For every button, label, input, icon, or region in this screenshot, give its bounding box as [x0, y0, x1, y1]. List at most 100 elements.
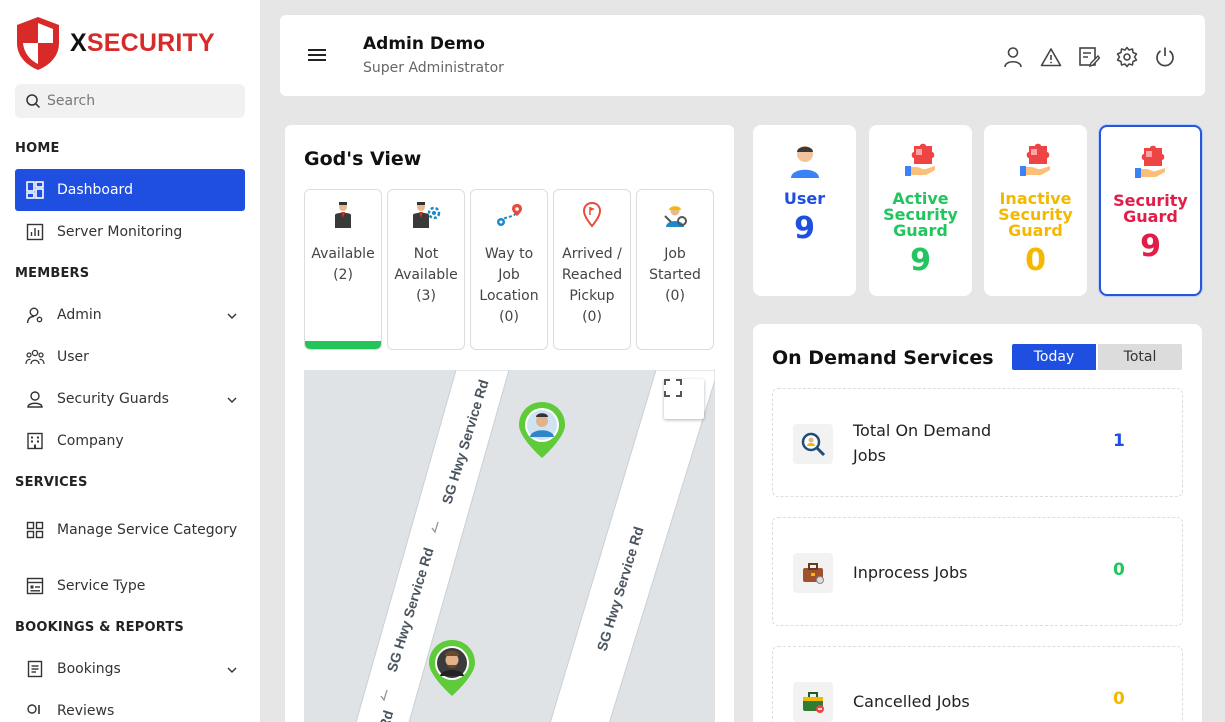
on-demand-row-total[interactable]: Total On Demand Jobs 1 [772, 388, 1183, 497]
nav-manage-service-category-label: Manage Service Category [57, 521, 238, 538]
status-card-job-started[interactable]: Job Started (0) [636, 189, 714, 350]
cancelled-briefcase-icon [793, 682, 833, 722]
status-card-available[interactable]: Available (2) [304, 189, 382, 350]
row-value: 1 [1113, 431, 1125, 451]
chevron-down-icon [227, 661, 237, 677]
stat-card-user[interactable]: User 9 [753, 125, 856, 296]
guard-icon [25, 389, 45, 409]
puzzle-hand-icon [1101, 145, 1200, 183]
settings-gear-icon[interactable] [1115, 45, 1139, 69]
user-avatar-icon [753, 143, 856, 181]
warning-icon[interactable] [1039, 45, 1063, 69]
nav-admin-label: Admin [57, 306, 102, 323]
chevron-down-icon [227, 391, 237, 407]
row-value: 0 [1113, 560, 1125, 580]
nav-bookings[interactable]: Bookings [15, 648, 245, 690]
profile-icon[interactable] [1001, 45, 1025, 69]
reviews-icon [25, 701, 45, 721]
grid-icon [25, 520, 45, 540]
section-members: MEMBERS [15, 266, 90, 281]
location-flag-icon [554, 200, 630, 230]
row-label: Inprocess Jobs [853, 563, 968, 582]
status-label: Available (2) [311, 246, 375, 283]
guard-map-pin[interactable] [427, 638, 477, 698]
nav-dashboard[interactable]: Dashboard [15, 169, 245, 211]
nav-security-guards[interactable]: Security Guards [15, 378, 245, 420]
guard-map-pin[interactable] [517, 400, 567, 460]
gods-view-panel: God's View Available (2) Not Available (3)… [285, 125, 734, 722]
briefcase-icon [793, 553, 833, 593]
stat-card-active-guard[interactable]: Active Security Guard 9 [869, 125, 972, 296]
nav-user[interactable]: User [15, 336, 245, 378]
row-label: Cancelled Jobs [853, 692, 970, 711]
nav-admin[interactable]: Admin [15, 294, 245, 336]
nav-company[interactable]: Company [15, 420, 245, 462]
nav-server-monitoring-label: Server Monitoring [57, 223, 183, 240]
stat-card-inactive-guard[interactable]: Inactive Security Guard 0 [984, 125, 1087, 296]
header-user-name: Admin Demo [363, 34, 485, 54]
stat-label: Inactive Security Guard [998, 189, 1073, 240]
fullscreen-button[interactable] [664, 379, 704, 419]
on-demand-tabs: Today Total [1012, 344, 1182, 370]
on-demand-row-inprocess[interactable]: Inprocess Jobs 0 [772, 517, 1183, 626]
nav-security-guards-label: Security Guards [57, 390, 169, 407]
stat-label: Security Guard [1113, 191, 1188, 226]
route-icon [471, 200, 547, 230]
worker-tools-icon [637, 200, 713, 230]
status-card-arrived[interactable]: Arrived / Reached Pickup (0) [553, 189, 631, 350]
guard-standing-icon [305, 200, 381, 230]
nav-service-type[interactable]: Service Type [15, 565, 245, 607]
power-logout-icon[interactable] [1153, 45, 1177, 69]
nav-company-label: Company [57, 432, 124, 449]
row-label: Total On Demand Jobs [853, 421, 992, 465]
section-bookings: BOOKINGS & REPORTS [15, 620, 184, 635]
search-input[interactable] [47, 93, 237, 109]
chevron-down-icon [227, 307, 237, 323]
selected-indicator [305, 341, 381, 349]
nav-reviews[interactable]: Reviews [15, 690, 245, 722]
section-services: SERVICES [15, 475, 88, 490]
brand-logo[interactable]: XSECURITY [14, 15, 215, 71]
gods-view-title: God's View [304, 148, 422, 170]
document-icon [25, 659, 45, 679]
search-jobs-icon [793, 424, 833, 464]
status-label: Job Started (0) [649, 246, 701, 304]
tab-total[interactable]: Total [1098, 344, 1182, 370]
top-header: Admin Demo Super Administrator [280, 15, 1205, 96]
status-card-way-to-job[interactable]: Way to Job Location (0) [470, 189, 548, 350]
nav-service-type-label: Service Type [57, 577, 146, 594]
puzzle-hand-icon [869, 143, 972, 181]
sidebar: XSECURITY HOME Dashboard Server Monitori… [0, 0, 260, 722]
guard-busy-icon [388, 200, 464, 230]
nav-manage-service-category[interactable]: Manage Service Category [15, 503, 245, 557]
list-box-icon [25, 576, 45, 596]
nav-reviews-label: Reviews [57, 702, 115, 719]
row-value: 0 [1113, 689, 1125, 709]
nav-bookings-label: Bookings [57, 660, 121, 677]
stat-value: 9 [794, 211, 815, 246]
nav-server-monitoring[interactable]: Server Monitoring [15, 211, 245, 253]
dashboard-icon [25, 180, 45, 200]
stat-value: 0 [1025, 243, 1046, 278]
fullscreen-icon [664, 379, 682, 397]
section-home: HOME [15, 141, 60, 156]
stat-card-security-guard[interactable]: Security Guard 9 [1099, 125, 1202, 296]
on-demand-row-cancelled[interactable]: Cancelled Jobs 0 [772, 646, 1183, 722]
chart-icon [25, 222, 45, 242]
menu-icon[interactable] [307, 47, 327, 66]
shield-logo-icon [17, 17, 59, 70]
tab-today[interactable]: Today [1012, 344, 1096, 370]
edit-note-icon[interactable] [1077, 45, 1101, 69]
search-box[interactable] [15, 84, 245, 118]
puzzle-hand-icon [984, 143, 1087, 181]
users-group-icon [25, 347, 45, 367]
nav-dashboard-label: Dashboard [57, 181, 133, 198]
stat-value: 9 [910, 243, 931, 278]
status-label: Not Available (3) [394, 246, 458, 304]
nav-user-label: User [57, 348, 89, 365]
status-card-not-available[interactable]: Not Available (3) [387, 189, 465, 350]
stat-label: Active Security Guard [883, 189, 958, 240]
admin-icon [25, 305, 45, 325]
status-label: Way to Job Location (0) [479, 246, 539, 325]
live-map[interactable]: SG Hwy Service Rd SG Hwy Service Rd SG H… [304, 370, 715, 722]
